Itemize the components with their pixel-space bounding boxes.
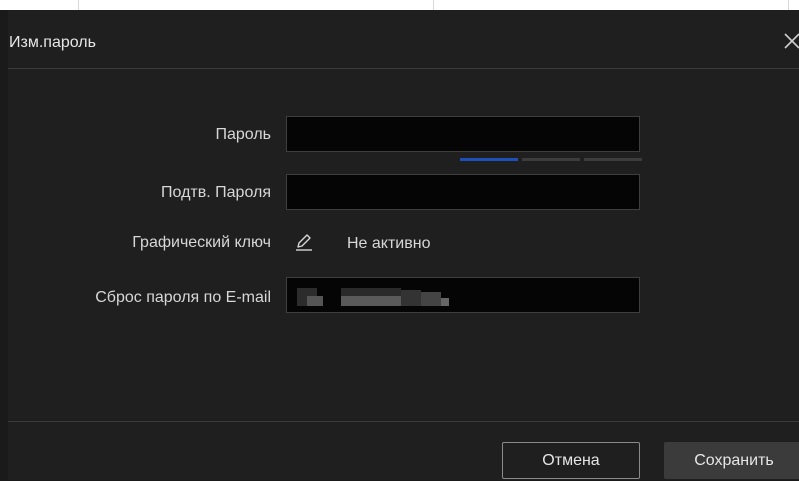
masked-email-value (297, 288, 457, 310)
save-button[interactable]: Сохранить (664, 442, 799, 479)
close-icon[interactable] (782, 31, 799, 51)
pattern-lock-label: Графический ключ (132, 234, 271, 251)
strength-segment (584, 158, 642, 161)
confirm-password-input[interactable] (286, 174, 640, 210)
password-strength-meter (460, 158, 642, 161)
change-password-dialog: Изм.пароль Пароль Подтв. Пароля Графичес… (8, 10, 799, 480)
pattern-lock-status: Не активно (347, 235, 431, 252)
strength-segment (460, 158, 518, 161)
cancel-button[interactable]: Отмена (502, 442, 640, 479)
dialog-footer: Отмена Сохранить (8, 421, 799, 481)
top-strip-tick (78, 0, 79, 10)
confirm-password-label: Подтв. Пароля (161, 184, 271, 201)
strength-segment (522, 158, 580, 161)
dialog-header: Изм.пароль (8, 10, 799, 69)
top-strip-tick (433, 0, 434, 10)
email-reset-input[interactable] (286, 277, 640, 313)
top-strip (0, 0, 799, 10)
top-strip-tick (788, 0, 789, 10)
password-input[interactable] (286, 116, 640, 152)
dialog-title: Изм.пароль (9, 34, 96, 51)
email-reset-label: Сброс пароля по E-mail (95, 289, 271, 306)
edit-pencil-icon[interactable] (294, 232, 314, 252)
password-label: Пароль (215, 126, 271, 143)
